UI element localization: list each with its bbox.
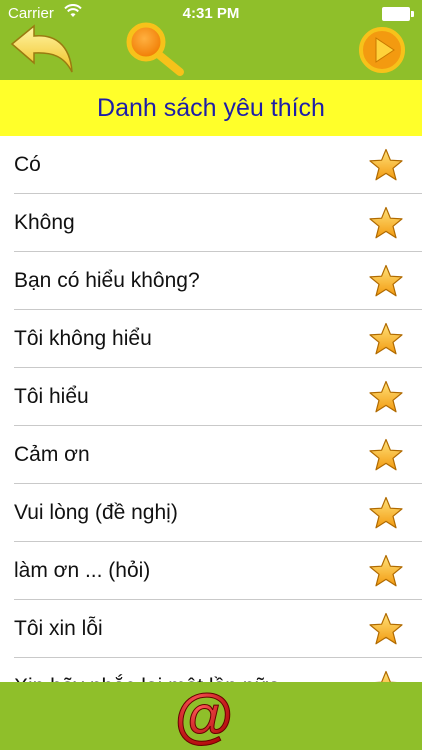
list-item-label: Có xyxy=(14,153,41,176)
list-item[interactable]: Xin hãy nhắc lại một lần nữa xyxy=(14,658,422,682)
list-item-label: làm ơn ... (hỏi) xyxy=(14,559,151,582)
list-item[interactable]: Vui lòng (đề nghị) xyxy=(14,484,422,542)
list-item-label: Tôi không hiểu xyxy=(14,327,152,350)
list-item-label: Tôi hiểu xyxy=(14,385,89,408)
list-item-label: Bạn có hiểu không? xyxy=(14,269,200,292)
favorites-list: Có Không Bạn có hiểu không? Tôi không hiểu T… xyxy=(0,136,422,682)
star-icon[interactable] xyxy=(368,438,404,472)
list-item[interactable]: Cảm ơn xyxy=(14,426,422,484)
list-item-label: Không xyxy=(14,211,75,234)
star-icon[interactable] xyxy=(368,670,404,682)
play-icon[interactable] xyxy=(358,26,406,74)
list-item-label: Vui lòng (đề nghị) xyxy=(14,501,178,524)
list-item[interactable]: Không xyxy=(14,194,422,252)
list-item-label: Cảm ơn xyxy=(14,443,90,466)
top-bar: Carrier 4:31 PM xyxy=(0,0,422,80)
star-icon[interactable] xyxy=(368,148,404,182)
star-icon[interactable] xyxy=(368,206,404,240)
star-icon[interactable] xyxy=(368,496,404,530)
list-item[interactable]: Tôi hiểu xyxy=(14,368,422,426)
svg-text:@: @ xyxy=(175,686,234,746)
list-item-label: Tôi xin lỗi xyxy=(14,617,103,640)
list-item[interactable]: Bạn có hiểu không? xyxy=(14,252,422,310)
list-item[interactable]: làm ơn ... (hỏi) xyxy=(14,542,422,600)
at-sign-icon[interactable]: @ xyxy=(172,682,236,750)
star-icon[interactable] xyxy=(368,612,404,646)
list-item[interactable]: Có xyxy=(14,136,422,194)
back-arrow-icon[interactable] xyxy=(8,22,76,76)
star-icon[interactable] xyxy=(368,322,404,356)
star-icon[interactable] xyxy=(368,380,404,414)
list-item-label: Xin hãy nhắc lại một lần nữa xyxy=(14,658,280,682)
search-icon[interactable] xyxy=(118,20,188,78)
clock: 4:31 PM xyxy=(182,5,240,22)
page-title: Danh sách yêu thích xyxy=(0,80,422,136)
list-item[interactable]: Tôi không hiểu xyxy=(14,310,422,368)
battery-icon xyxy=(382,7,414,21)
star-icon[interactable] xyxy=(368,554,404,588)
list-item[interactable]: Tôi xin lỗi xyxy=(14,600,422,658)
star-icon[interactable] xyxy=(368,264,404,298)
bottom-bar: @ xyxy=(0,682,422,750)
